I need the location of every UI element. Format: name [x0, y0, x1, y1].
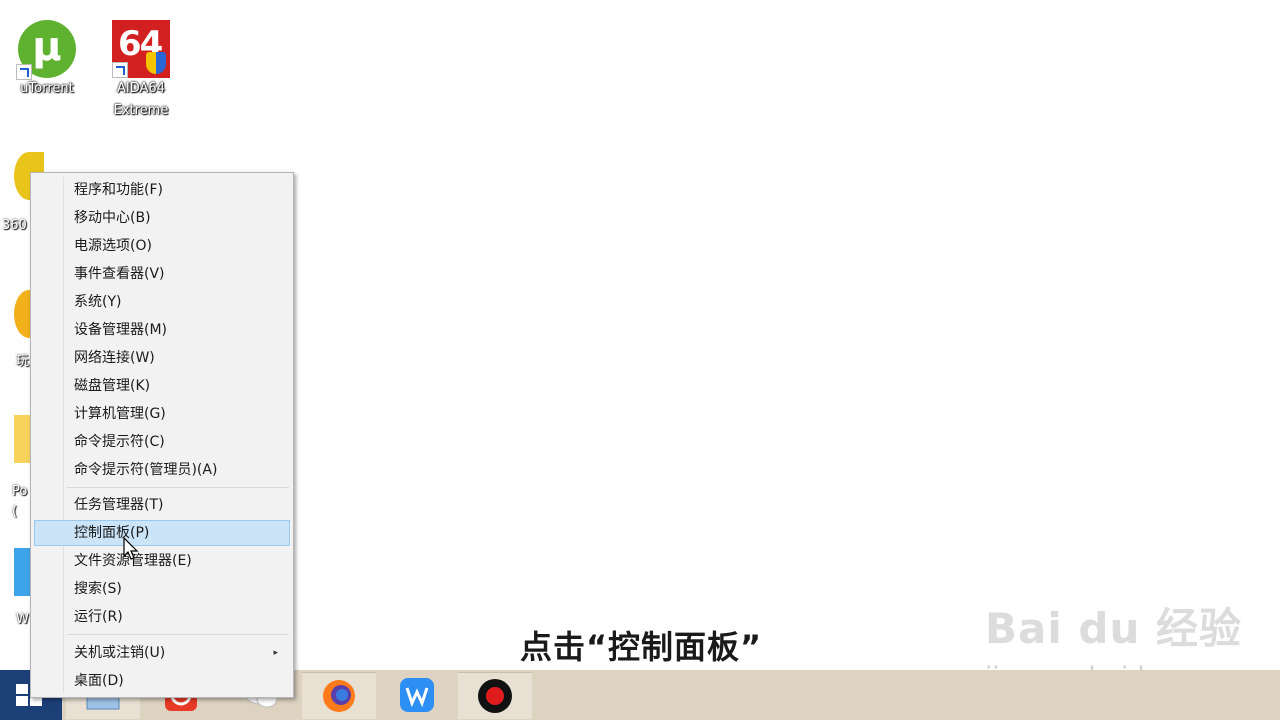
menu-item-command-prompt-admin[interactable]: 命令提示符(管理员)(A) — [34, 457, 290, 483]
baidu-watermark: Bai du 经验 — [985, 604, 1242, 653]
desktop-icon-label: uTorrent — [20, 81, 74, 96]
desktop-icon-label: AIDA64 Extreme — [113, 81, 169, 118]
menu-item-run[interactable]: 运行(R) — [34, 604, 290, 630]
shortcut-arrow-icon — [16, 64, 32, 80]
menu-item-system[interactable]: 系统(Y) — [34, 289, 290, 315]
menu-item-mobility-center[interactable]: 移动中心(B) — [34, 205, 290, 231]
caption: 点击“控制面板” — [520, 628, 763, 666]
menu-separator — [67, 634, 289, 635]
menu-item-control-panel[interactable]: 控制面板(P) — [34, 520, 290, 546]
desktop-icon-aida64[interactable]: 64 AIDA64 Extreme — [101, 20, 181, 122]
firefox-icon — [323, 680, 355, 712]
winx-context-menu: 程序和功能(F) 移动中心(B) 电源选项(O) 事件查看器(V) 系统(Y) … — [30, 172, 294, 698]
desktop-icon-utorrent[interactable]: µ uTorrent — [7, 20, 87, 100]
menu-item-search[interactable]: 搜索(S) — [34, 576, 290, 602]
desktop-icon-label: 360 — [2, 218, 27, 233]
record-icon — [478, 679, 512, 713]
taskbar-wps[interactable] — [380, 672, 454, 718]
menu-item-computer-management[interactable]: 计算机管理(G) — [34, 401, 290, 427]
uac-shield-icon — [146, 52, 166, 74]
taskbar-recorder[interactable] — [458, 672, 532, 719]
menu-item-shutdown-signout[interactable]: 关机或注销(U) ▸ — [34, 640, 290, 666]
menu-item-desktop[interactable]: 桌面(D) — [34, 668, 290, 694]
submenu-arrow-icon: ▸ — [273, 648, 278, 658]
menu-item-event-viewer[interactable]: 事件查看器(V) — [34, 261, 290, 287]
menu-item-label: 关机或注销(U) — [74, 645, 166, 661]
menu-item-file-explorer[interactable]: 文件资源管理器(E) — [34, 548, 290, 574]
menu-separator — [67, 487, 289, 488]
desktop-icon-label: W — [16, 612, 29, 627]
menu-item-network-connections[interactable]: 网络连接(W) — [34, 345, 290, 371]
utorrent-icon: µ — [16, 20, 76, 80]
menu-item-programs-features[interactable]: 程序和功能(F) — [34, 177, 290, 203]
menu-item-task-manager[interactable]: 任务管理器(T) — [34, 492, 290, 518]
desktop-icon-label: Po ( — [12, 484, 28, 519]
menu-item-power-options[interactable]: 电源选项(O) — [34, 233, 290, 259]
menu-item-command-prompt[interactable]: 命令提示符(C) — [34, 429, 290, 455]
wps-icon — [400, 678, 434, 712]
desktop-icon-label: 玩 — [16, 354, 30, 369]
shortcut-arrow-icon — [112, 62, 128, 78]
taskbar-firefox[interactable] — [302, 672, 376, 719]
menu-item-disk-management[interactable]: 磁盘管理(K) — [34, 373, 290, 399]
aida64-icon: 64 — [112, 20, 170, 78]
menu-item-device-manager[interactable]: 设备管理器(M) — [34, 317, 290, 343]
